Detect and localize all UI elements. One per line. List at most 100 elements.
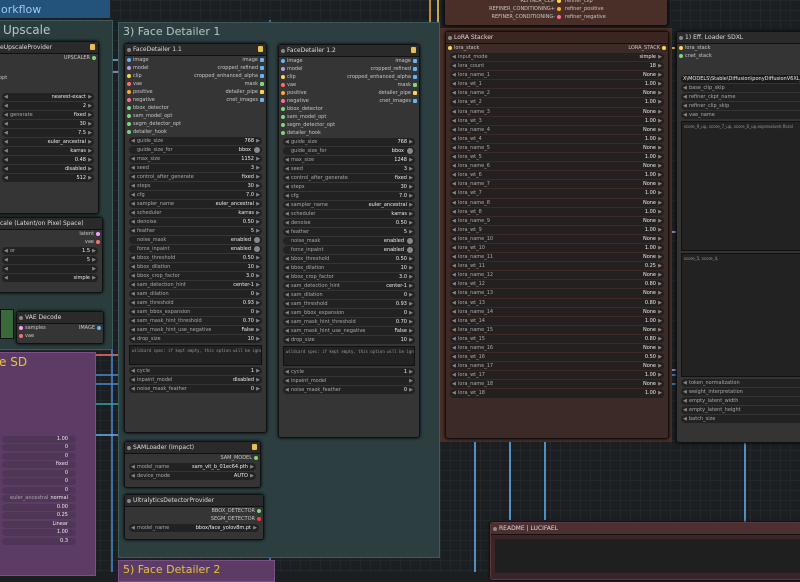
decrement-arrow-icon[interactable]: ◀ — [4, 265, 8, 273]
sd-widget[interactable]: 0 — [2, 486, 76, 494]
upscale-provider-widget[interactable]: ◀ 512 ▶ — [2, 174, 94, 182]
face-detailer-1-1-node[interactable]: FaceDetailer 1.1 image image model cropped_r… — [124, 43, 267, 433]
increment-arrow-icon[interactable]: ▶ — [658, 108, 662, 116]
increment-arrow-icon[interactable]: ▶ — [658, 98, 662, 106]
input-pin[interactable] — [127, 130, 131, 134]
decrement-arrow-icon[interactable]: ◀ — [452, 244, 456, 252]
sam-device-mode-widget[interactable]: ◀ device_mode AUTO ▶ — [129, 472, 256, 480]
lora-widget[interactable]: ◀ lora_wt_5 1.00 ▶ — [450, 153, 664, 162]
increment-arrow-icon[interactable]: ▶ — [409, 192, 413, 200]
increment-arrow-icon[interactable]: ▶ — [256, 263, 260, 271]
upscale-provider-widget[interactable]: ◀ 0.48 ▶ — [2, 156, 94, 164]
decrement-arrow-icon[interactable]: ◀ — [683, 415, 687, 423]
decrement-arrow-icon[interactable]: ◀ — [4, 156, 8, 164]
decrement-arrow-icon[interactable]: ◀ — [452, 199, 456, 207]
collapse-dot-icon[interactable] — [679, 36, 683, 40]
segm-detector-pin[interactable] — [257, 517, 261, 521]
decrement-arrow-icon[interactable]: ◀ — [452, 289, 456, 297]
output-pin[interactable] — [260, 98, 264, 102]
decrement-arrow-icon[interactable]: ◀ — [285, 291, 289, 299]
lora-widget[interactable]: ◀ lora_name_14 None ▶ — [450, 307, 664, 316]
increment-arrow-icon[interactable]: ▶ — [256, 200, 260, 208]
lora-widget[interactable]: ◀ lora_name_1 None ▶ — [450, 71, 664, 80]
lora-widget[interactable]: ◀ lora_name_6 None ▶ — [450, 162, 664, 171]
sd-widget[interactable]: Linear — [2, 520, 76, 528]
decrement-arrow-icon[interactable]: ◀ — [285, 201, 289, 209]
decrement-arrow-icon[interactable]: ◀ — [452, 135, 456, 143]
decrement-arrow-icon[interactable]: ◀ — [452, 389, 456, 397]
increment-arrow-icon[interactable]: ▶ — [88, 111, 92, 119]
increment-arrow-icon[interactable]: ▶ — [88, 102, 92, 110]
output-pin[interactable] — [413, 67, 417, 71]
decrement-arrow-icon[interactable]: ◀ — [683, 93, 687, 101]
decrement-arrow-icon[interactable]: ◀ — [452, 371, 456, 379]
increment-arrow-icon[interactable]: ▶ — [409, 336, 413, 344]
increment-arrow-icon[interactable]: ▶ — [409, 368, 413, 376]
lora-widget[interactable]: ◀ lora_name_13 None ▶ — [450, 289, 664, 298]
decrement-arrow-icon[interactable]: ◀ — [131, 227, 135, 235]
lora-widget[interactable]: ◀ lora_wt_7 1.00 ▶ — [450, 189, 664, 198]
sd-widget[interactable]: euler_ancestral normal — [2, 495, 76, 502]
collapse-dot-icon[interactable] — [127, 446, 131, 450]
input-pin[interactable] — [281, 131, 285, 135]
lora-widget[interactable]: ◀ lora_name_10 None ▶ — [450, 234, 664, 243]
eff-widget[interactable]: ◀ refiner_ckpt_name — [681, 93, 800, 101]
decrement-arrow-icon[interactable]: ◀ — [285, 386, 289, 394]
face-detailer-bottom-widget[interactable]: ◀ cycle 1 ▶ — [129, 367, 262, 375]
sd-widget[interactable]: 0 — [2, 469, 76, 477]
decrement-arrow-icon[interactable]: ◀ — [4, 138, 8, 146]
decrement-arrow-icon[interactable]: ◀ — [452, 62, 456, 70]
decrement-arrow-icon[interactable]: ◀ — [285, 318, 289, 326]
wildcard-textarea[interactable]: wildcard spec: if kept empty, this optio… — [283, 346, 415, 366]
increment-arrow-icon[interactable]: ▶ — [409, 255, 413, 263]
lora-widget[interactable]: ◀ lora_wt_13 0.80 ▶ — [450, 298, 664, 307]
toggle-switch-icon[interactable] — [407, 238, 413, 244]
increment-arrow-icon[interactable]: ▶ — [256, 155, 260, 163]
output-pin[interactable] — [260, 66, 264, 70]
eff-loader-header[interactable]: 1) Eff. Loader SDXL — [677, 32, 800, 44]
input-pin[interactable] — [281, 99, 285, 103]
increment-arrow-icon[interactable]: ▶ — [409, 309, 413, 317]
decrement-arrow-icon[interactable]: ◀ — [131, 317, 135, 325]
eff-widget[interactable]: ◀ base_clip_skip — [681, 84, 800, 92]
ultralytics-header[interactable]: UltralyticsDetectorProvider — [125, 495, 263, 507]
increment-arrow-icon[interactable]: ▶ — [658, 299, 662, 307]
lora-widget[interactable]: ◀ lora_name_5 None ▶ — [450, 143, 664, 153]
readme-node[interactable]: README | LUCIFAEL — [490, 522, 800, 580]
decrement-arrow-icon[interactable]: ◀ — [683, 406, 687, 414]
decrement-arrow-icon[interactable]: ◀ — [285, 219, 289, 227]
decrement-arrow-icon[interactable]: ◀ — [131, 281, 135, 289]
vae-decode-node[interactable]: VAE Decode samples IMAGE vae — [16, 311, 104, 344]
face-detailer-widget[interactable]: ◀ sam_bbox_expansion 0 ▶ — [283, 309, 415, 317]
face-detailer-widget[interactable]: ◀ sam_bbox_expansion 0 ▶ — [129, 308, 262, 316]
eff-input-pin[interactable] — [679, 54, 683, 58]
face-detailer-widget[interactable]: ◀ sam_threshold 0.93 ▶ — [129, 299, 262, 307]
refiner-pin[interactable] — [557, 15, 561, 19]
increment-arrow-icon[interactable]: ▶ — [409, 183, 413, 191]
face-detailer-widget[interactable]: ◀ seed 3 ▶ — [283, 165, 415, 173]
decrement-arrow-icon[interactable]: ◀ — [452, 271, 456, 279]
increment-arrow-icon[interactable]: ▶ — [256, 367, 260, 375]
toggle-switch-icon[interactable] — [254, 237, 260, 243]
face-detailer-widget[interactable]: ◀ bbox_threshold 0.50 ▶ — [129, 254, 262, 262]
increment-arrow-icon[interactable]: ▶ — [88, 165, 92, 173]
decrement-arrow-icon[interactable]: ◀ — [452, 299, 456, 307]
decrement-arrow-icon[interactable]: ◀ — [452, 226, 456, 234]
lora-stacker-node[interactable]: LoRA Stacker lora_stack LORA_STACK ◀ input_m… — [445, 31, 669, 439]
eff-widget[interactable]: ◀ refiner_clip_skip — [681, 102, 800, 110]
face-detailer-widget[interactable]: ◀ sam_mask_hint_threshold 0.70 ▶ — [283, 318, 415, 326]
increment-arrow-icon[interactable]: ▶ — [256, 308, 260, 316]
lora-widget[interactable]: ◀ lora_wt_4 1.00 ▶ — [450, 134, 664, 143]
sd-widget[interactable]: fixed — [2, 461, 76, 468]
lora-widget[interactable]: ◀ lora_name_12 None ▶ — [450, 271, 664, 280]
face-detailer-bottom-widget[interactable]: ◀ inpaint_model ▶ — [283, 377, 415, 385]
face-detailer-widget[interactable]: ◀ control_after_generate fixed ▶ — [129, 173, 262, 181]
decrement-arrow-icon[interactable]: ◀ — [4, 120, 8, 128]
increment-arrow-icon[interactable]: ▶ — [658, 153, 662, 161]
lora-widget[interactable]: ◀ lora_name_16 None ▶ — [450, 344, 664, 353]
sd-widget[interactable]: 0 — [2, 452, 76, 460]
toggle-switch-icon[interactable] — [407, 247, 413, 253]
collapse-dot-icon[interactable] — [19, 316, 23, 320]
lora-widget[interactable]: ◀ lora_wt_17 1.00 ▶ — [450, 371, 664, 380]
negative-prompt-textarea[interactable]: score_5, score_4, — [681, 253, 800, 377]
